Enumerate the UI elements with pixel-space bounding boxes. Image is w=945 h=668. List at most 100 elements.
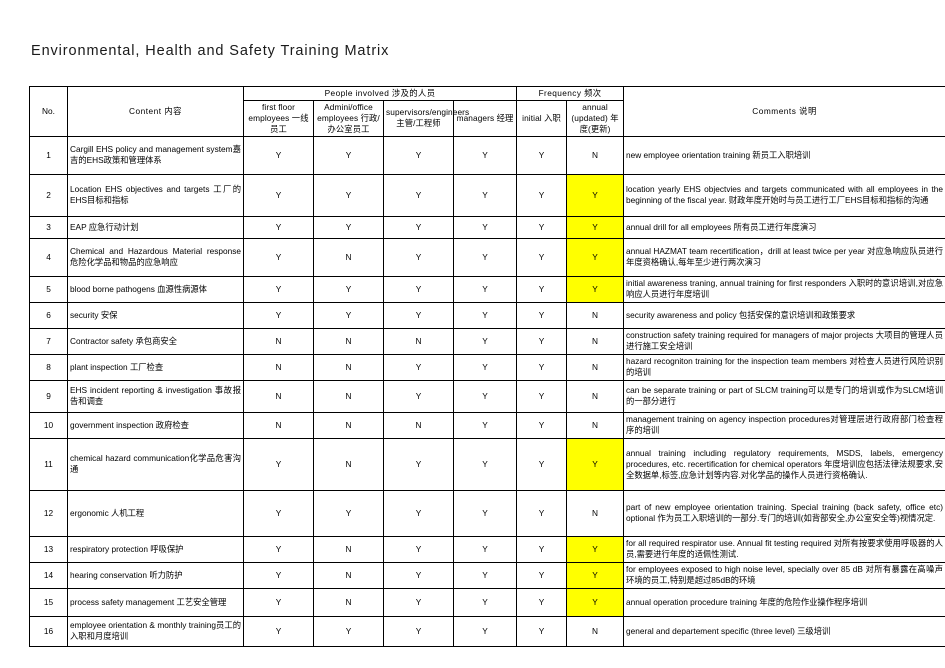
people-first-floor[interactable]: Y (243, 301, 314, 329)
people-admin-office[interactable]: Y (313, 275, 384, 303)
people-managers[interactable]: Y (452, 379, 518, 413)
people-admin-office[interactable]: Y (313, 215, 384, 239)
people-supervisors[interactable]: Y (383, 615, 454, 647)
people-managers[interactable]: Y (452, 535, 518, 563)
people-admin-office[interactable]: N (313, 353, 384, 381)
frequency-annual[interactable]: Y (566, 237, 625, 277)
people-supervisors[interactable]: Y (383, 535, 454, 563)
people-first-floor[interactable]: Y (243, 173, 314, 217)
frequency-annual[interactable]: N (566, 489, 625, 537)
people-supervisors[interactable]: Y (383, 353, 454, 381)
people-managers[interactable]: Y (452, 489, 518, 537)
frequency-annual[interactable]: Y (566, 587, 625, 617)
frequency-annual[interactable]: Y (566, 535, 625, 563)
people-supervisors[interactable]: Y (383, 275, 454, 303)
people-supervisors[interactable]: Y (383, 215, 454, 239)
frequency-initial[interactable]: Y (516, 437, 568, 491)
people-supervisors[interactable]: Y (383, 379, 454, 413)
frequency-annual[interactable]: N (566, 327, 625, 355)
frequency-initial[interactable]: Y (516, 135, 568, 175)
people-admin-office[interactable]: Y (313, 135, 384, 175)
people-supervisors[interactable]: Y (383, 301, 454, 329)
content: blood borne pathogens 血源性病源体 (67, 275, 244, 303)
frequency-initial[interactable]: Y (516, 411, 568, 439)
people-first-floor[interactable]: Y (243, 437, 314, 491)
people-managers[interactable]: Y (452, 327, 518, 355)
people-admin-office[interactable]: Y (313, 173, 384, 217)
people-first-floor[interactable]: Y (243, 489, 314, 537)
people-first-floor[interactable]: Y (243, 615, 314, 647)
frequency-initial[interactable]: Y (516, 561, 568, 589)
people-first-floor[interactable]: N (243, 327, 314, 355)
people-admin-office[interactable]: N (313, 327, 384, 355)
people-first-floor[interactable]: N (243, 353, 314, 381)
people-managers[interactable]: Y (452, 587, 518, 617)
people-supervisors[interactable]: Y (383, 489, 454, 537)
frequency-annual[interactable]: N (566, 135, 625, 175)
frequency-initial[interactable]: Y (516, 353, 568, 381)
people-managers[interactable]: Y (452, 353, 518, 381)
people-first-floor[interactable]: N (243, 411, 314, 439)
frequency-initial[interactable]: Y (516, 379, 568, 413)
people-first-floor[interactable]: N (243, 379, 314, 413)
people-supervisors[interactable]: N (383, 411, 454, 439)
people-managers[interactable]: Y (452, 615, 518, 647)
people-managers[interactable]: Y (452, 561, 518, 589)
frequency-annual[interactable]: Y (566, 173, 625, 217)
people-first-floor[interactable]: Y (243, 561, 314, 589)
frequency-annual[interactable]: N (566, 411, 625, 439)
frequency-initial[interactable]: Y (516, 215, 568, 239)
people-supervisors[interactable]: Y (383, 587, 454, 617)
people-supervisors[interactable]: N (383, 327, 454, 355)
people-managers[interactable]: Y (452, 275, 518, 303)
people-admin-office[interactable]: Y (313, 301, 384, 329)
people-managers[interactable]: Y (452, 437, 518, 491)
people-first-floor[interactable]: Y (243, 587, 314, 617)
people-admin-office[interactable]: N (313, 379, 384, 413)
people-supervisors[interactable]: Y (383, 561, 454, 589)
people-managers[interactable]: Y (452, 301, 518, 329)
frequency-initial[interactable]: Y (516, 587, 568, 617)
people-first-floor[interactable]: Y (243, 275, 314, 303)
header-admin-office-employees: Admini/office employees 行政/办公室员工 (313, 99, 384, 137)
people-supervisors[interactable]: Y (383, 237, 454, 277)
frequency-annual[interactable]: Y (566, 437, 625, 491)
people-admin-office[interactable]: N (313, 437, 384, 491)
people-first-floor[interactable]: Y (243, 535, 314, 563)
frequency-initial[interactable]: Y (516, 615, 568, 647)
frequency-annual[interactable]: N (566, 353, 625, 381)
frequency-annual[interactable]: Y (566, 215, 625, 239)
people-managers[interactable]: Y (452, 411, 518, 439)
people-first-floor[interactable]: Y (243, 215, 314, 239)
people-managers[interactable]: Y (452, 135, 518, 175)
frequency-initial[interactable]: Y (516, 275, 568, 303)
frequency-annual[interactable]: N (566, 379, 625, 413)
header-managers: managers 经理 (452, 99, 518, 137)
people-managers[interactable]: Y (452, 173, 518, 217)
people-admin-office[interactable]: N (313, 535, 384, 563)
frequency-annual[interactable]: N (566, 301, 625, 329)
people-admin-office[interactable]: N (313, 411, 384, 439)
frequency-initial[interactable]: Y (516, 535, 568, 563)
frequency-annual[interactable]: Y (566, 275, 625, 303)
people-managers[interactable]: Y (452, 215, 518, 239)
people-supervisors[interactable]: Y (383, 173, 454, 217)
people-first-floor[interactable]: Y (243, 135, 314, 175)
frequency-initial[interactable]: Y (516, 173, 568, 217)
people-admin-office[interactable]: N (313, 587, 384, 617)
frequency-annual[interactable]: N (566, 615, 625, 647)
frequency-annual[interactable]: Y (566, 561, 625, 589)
no: 1 (29, 135, 68, 175)
people-first-floor[interactable]: Y (243, 237, 314, 277)
people-admin-office[interactable]: Y (313, 615, 384, 647)
people-admin-office[interactable]: N (313, 237, 384, 277)
frequency-initial[interactable]: Y (516, 327, 568, 355)
frequency-initial[interactable]: Y (516, 489, 568, 537)
people-supervisors[interactable]: Y (383, 135, 454, 175)
people-supervisors[interactable]: Y (383, 437, 454, 491)
people-admin-office[interactable]: N (313, 561, 384, 589)
people-managers[interactable]: Y (452, 237, 518, 277)
frequency-initial[interactable]: Y (516, 237, 568, 277)
frequency-initial[interactable]: Y (516, 301, 568, 329)
people-admin-office[interactable]: Y (313, 489, 384, 537)
